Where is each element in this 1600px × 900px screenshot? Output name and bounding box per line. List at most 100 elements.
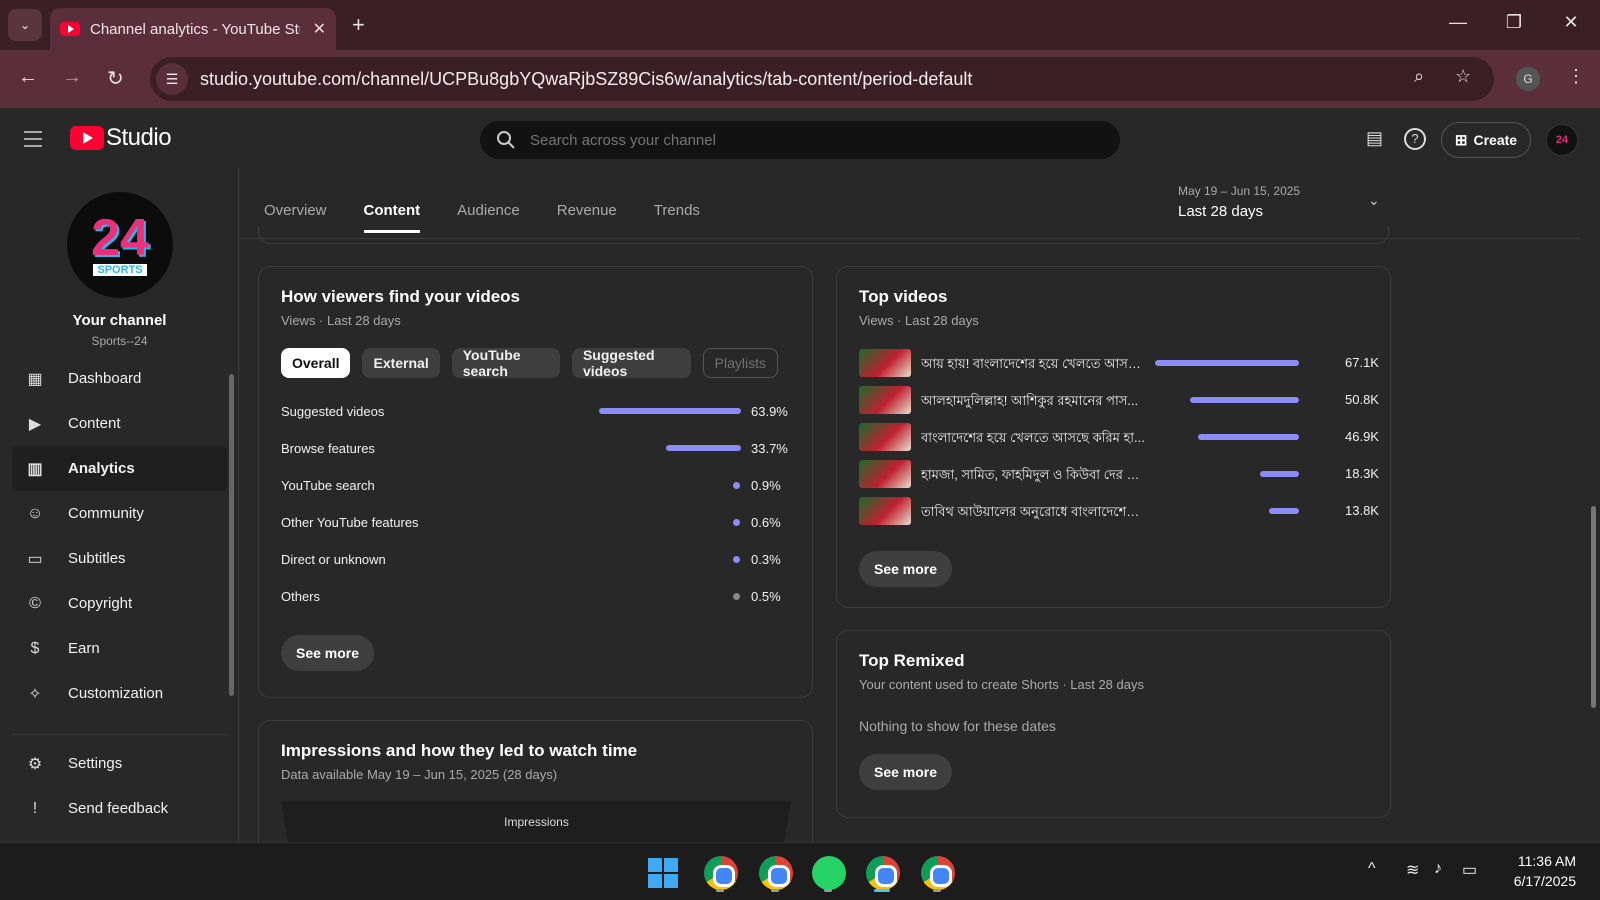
sidebar-item-dashboard[interactable]: ▦ Dashboard bbox=[12, 356, 227, 401]
chip-suggested-videos[interactable]: Suggested videos bbox=[571, 347, 691, 379]
video-title: বাংলাদেশের হয়ে খেলতে আসছে করিম হা... bbox=[921, 430, 1145, 445]
channel-avatar-word: SPORTS bbox=[93, 264, 147, 276]
list-item[interactable]: তাবিথ আউয়ালের অনুরোধে বাংলাদেশের হ... 13… bbox=[859, 494, 1379, 531]
traffic-table: Suggested videos 63.9% Browse features 33.… bbox=[281, 395, 791, 617]
video-thumbnail bbox=[859, 423, 911, 451]
card-title: Top videos bbox=[859, 287, 948, 306]
sidebar-item-content[interactable]: ▶ Content bbox=[12, 401, 227, 446]
see-more-button[interactable]: See more bbox=[859, 754, 953, 790]
browser-tab[interactable]: Channel analytics - YouTube Studio ✕ bbox=[50, 8, 336, 50]
sidebar-item-customization[interactable]: ✧ Customization bbox=[12, 671, 227, 716]
sidebar-item-label: Customization bbox=[68, 685, 164, 702]
whatsapp-icon[interactable] bbox=[812, 856, 846, 890]
chevron-down-icon[interactable]: ⌄ bbox=[1368, 192, 1380, 209]
zoom-icon[interactable]: ⌕ bbox=[1414, 66, 1424, 87]
list-item[interactable]: আলহামদুলিল্লাহ! আশিকুর রহমানের পাস... 50.… bbox=[859, 383, 1379, 420]
card-title: How viewers find your videos bbox=[281, 287, 521, 306]
chrome-icon[interactable] bbox=[866, 856, 900, 890]
traffic-source-label: Browse features bbox=[281, 441, 375, 456]
volume-icon[interactable]: ♪ bbox=[1434, 860, 1442, 878]
previous-card-edge bbox=[258, 226, 1389, 244]
date-range-picker[interactable]: May 19 – Jun 15, 2025 Last 28 days bbox=[1178, 184, 1300, 220]
card-title: Impressions and how they led to watch ti… bbox=[281, 741, 638, 760]
create-button[interactable]: ⊞ Create bbox=[1441, 122, 1531, 158]
sidebar-item-label: Subtitles bbox=[68, 550, 126, 567]
search-bar[interactable] bbox=[480, 121, 1120, 159]
sidebar-scrollbar[interactable] bbox=[229, 374, 234, 696]
site-info-icon[interactable]: ☰ bbox=[156, 63, 188, 95]
see-more-button[interactable]: See more bbox=[859, 551, 953, 587]
minimize-icon[interactable]: — bbox=[1438, 12, 1478, 33]
messages-icon[interactable]: ▤ bbox=[1366, 128, 1383, 149]
sidebar-item-community[interactable]: ☺ Community bbox=[12, 491, 227, 536]
clock-time: 11:36 AM bbox=[1517, 853, 1576, 869]
sidebar-item-earn[interactable]: $ Earn bbox=[12, 626, 227, 671]
list-item[interactable]: বাংলাদেশের হয়ে খেলতে আসছে করিম হা... 46.… bbox=[859, 420, 1379, 457]
page-scrollbar[interactable] bbox=[1591, 506, 1596, 708]
help-icon[interactable]: ? bbox=[1404, 128, 1426, 150]
feedback-icon: ! bbox=[32, 799, 38, 817]
browser-menu-icon[interactable]: ⋮ bbox=[1567, 66, 1585, 87]
browser-profile-avatar[interactable]: G bbox=[1516, 67, 1540, 91]
menu-icon[interactable] bbox=[24, 131, 42, 152]
traffic-source-label: Suggested videos bbox=[281, 404, 385, 419]
chrome-icon[interactable] bbox=[921, 856, 955, 890]
dashboard-icon: ▦ bbox=[27, 370, 43, 388]
see-more-button[interactable]: See more bbox=[281, 635, 375, 671]
restore-icon[interactable]: ❐ bbox=[1494, 12, 1534, 33]
chip-external[interactable]: External bbox=[362, 348, 440, 378]
browser-titlebar: ⌄ Channel analytics - YouTube Studio ✕ +… bbox=[0, 0, 1600, 50]
sidebar-item-copyright[interactable]: © Copyright bbox=[12, 581, 227, 626]
address-bar[interactable]: ☰ studio.youtube.com/channel/UCPBu8gbYQw… bbox=[150, 57, 1494, 101]
bookmark-star-icon[interactable]: ☆ bbox=[1455, 66, 1471, 87]
youtube-favicon-icon bbox=[60, 22, 80, 36]
list-item[interactable]: হামজা, সামিত, ফাহমিদুল ও কিউবা দের দে...… bbox=[859, 457, 1379, 494]
wand-icon: ✧ bbox=[28, 685, 42, 703]
tab-search-button[interactable]: ⌄ bbox=[8, 9, 42, 41]
traffic-percent: 0.6% bbox=[751, 515, 781, 530]
card-subtitle: Views · Last 28 days bbox=[281, 313, 401, 328]
traffic-bar bbox=[666, 445, 741, 451]
card-subtitle: Views · Last 28 days bbox=[859, 313, 979, 328]
sidebar: 24 SPORTS Your channel Sports--24 ▦ Dashb… bbox=[0, 168, 239, 842]
window-close-icon[interactable]: ✕ bbox=[1551, 12, 1591, 33]
taskbar-indicator bbox=[771, 889, 779, 892]
chip-playlists[interactable]: Playlists bbox=[702, 348, 778, 378]
traffic-dot bbox=[733, 482, 740, 489]
traffic-source-label: Other YouTube features bbox=[281, 515, 419, 530]
chrome-icon[interactable] bbox=[759, 856, 793, 890]
funnel-label: Impressions bbox=[504, 815, 569, 829]
top-remixed-card: Top Remixed Your content used to create … bbox=[836, 630, 1391, 818]
traffic-bar bbox=[599, 408, 741, 414]
battery-icon[interactable]: ▭ bbox=[1462, 860, 1477, 880]
video-thumbnail bbox=[859, 386, 911, 414]
search-input[interactable] bbox=[530, 131, 1070, 149]
list-item[interactable]: আয় হায়! বাংলাদেশের হয়ে খেলতে আসছে ...… bbox=[859, 346, 1379, 383]
taskbar-clock[interactable]: 11:36 AM 6/17/2025 bbox=[1500, 851, 1576, 891]
tray-overflow-icon[interactable]: ^ bbox=[1368, 860, 1376, 878]
back-icon[interactable]: ← bbox=[18, 66, 38, 89]
tab-close-icon[interactable]: ✕ bbox=[313, 19, 326, 39]
chip-overall[interactable]: Overall bbox=[281, 348, 351, 378]
studio-logo[interactable]: Studio bbox=[70, 124, 172, 152]
taskbar-active-indicator bbox=[874, 889, 890, 892]
wifi-icon[interactable]: ≋ bbox=[1406, 860, 1419, 880]
chrome-icon[interactable] bbox=[704, 856, 738, 890]
community-icon: ☺ bbox=[26, 504, 44, 522]
sidebar-item-analytics[interactable]: ▥ Analytics bbox=[12, 446, 227, 491]
chip-youtube-search[interactable]: YouTube search bbox=[451, 347, 560, 379]
windows-start-icon[interactable] bbox=[648, 858, 678, 888]
channel-avatar[interactable]: 24 SPORTS bbox=[67, 192, 173, 298]
video-views-bar bbox=[1269, 508, 1299, 514]
channel-title: Your channel bbox=[72, 312, 167, 329]
account-avatar[interactable]: 24 bbox=[1546, 124, 1578, 156]
date-range-dates: May 19 – Jun 15, 2025 bbox=[1178, 184, 1301, 198]
sidebar-item-subtitles[interactable]: ▭ Subtitles bbox=[12, 536, 227, 581]
sidebar-item-feedback[interactable]: ! Send feedback bbox=[12, 786, 227, 831]
reload-icon[interactable]: ↻ bbox=[107, 66, 124, 91]
forward-icon[interactable]: → bbox=[62, 66, 82, 89]
new-tab-icon[interactable]: + bbox=[352, 12, 365, 38]
sidebar-item-settings[interactable]: ⚙ Settings bbox=[12, 741, 227, 786]
sidebar-item-label: Content bbox=[68, 415, 121, 432]
traffic-source-label: YouTube search bbox=[281, 478, 375, 493]
